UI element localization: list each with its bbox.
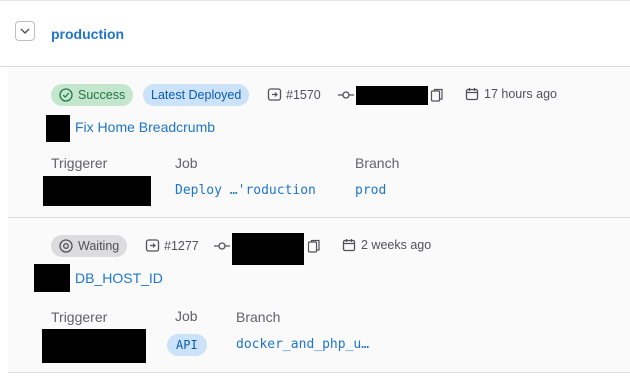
gear-icon bbox=[59, 239, 73, 253]
calendar-icon bbox=[465, 87, 479, 101]
iid-label: #1277 bbox=[164, 238, 199, 253]
status-label: Success bbox=[78, 88, 126, 102]
commit-title-link[interactable]: DB_HOST_ID bbox=[75, 270, 163, 286]
commit-icon bbox=[338, 89, 354, 101]
calendar-icon bbox=[342, 238, 356, 252]
job-label: Job bbox=[175, 155, 198, 171]
time-label: 17 hours ago bbox=[484, 87, 557, 101]
job-link[interactable]: Deploy …'roduction bbox=[175, 183, 316, 198]
triggerer-label: Triggerer bbox=[51, 155, 108, 171]
redacted-triggerer[interactable] bbox=[43, 176, 151, 206]
job-link[interactable]: API bbox=[167, 334, 207, 356]
copy-icon[interactable] bbox=[307, 239, 321, 254]
commit-icon bbox=[214, 240, 230, 252]
latest-deployed-label: Latest Deployed bbox=[151, 88, 242, 102]
deployment-time: 17 hours ago bbox=[465, 87, 557, 101]
environment-name-link[interactable]: production bbox=[51, 26, 124, 42]
branch-link[interactable]: docker_and_php_u… bbox=[236, 337, 369, 352]
latest-deployed-badge: Latest Deployed bbox=[143, 84, 250, 106]
triggerer-label: Triggerer bbox=[51, 309, 108, 325]
status-badge-success[interactable]: Success bbox=[51, 84, 134, 106]
deployment-iid: #1277 bbox=[145, 238, 199, 253]
deployment-iid: #1570 bbox=[267, 87, 321, 102]
deployment-time: 2 weeks ago bbox=[342, 238, 431, 252]
branch-label: Branch bbox=[236, 309, 281, 325]
time-label: 2 weeks ago bbox=[361, 238, 432, 252]
redacted-avatar bbox=[34, 264, 70, 292]
redacted-triggerer[interactable] bbox=[42, 329, 146, 363]
status-badge-waiting[interactable]: Waiting bbox=[51, 235, 128, 257]
chevron-down-icon bbox=[19, 25, 31, 37]
check-circle-icon bbox=[59, 88, 73, 102]
commit-title-link[interactable]: Fix Home Breadcrumb bbox=[75, 119, 215, 135]
branch-link[interactable]: prod bbox=[355, 183, 386, 198]
redacted-commit-sha[interactable] bbox=[232, 233, 304, 265]
status-label: Waiting bbox=[78, 239, 120, 253]
redacted-commit-sha[interactable] bbox=[356, 86, 428, 105]
deployments-icon bbox=[267, 87, 282, 102]
job-label: Job bbox=[175, 308, 198, 324]
branch-label: Branch bbox=[355, 155, 400, 171]
redacted-avatar bbox=[46, 115, 70, 142]
iid-label: #1570 bbox=[286, 87, 321, 102]
copy-icon[interactable] bbox=[430, 88, 444, 103]
job-label-text: API bbox=[176, 338, 198, 352]
collapse-toggle-button[interactable] bbox=[15, 21, 35, 41]
deployments-icon bbox=[145, 238, 160, 253]
